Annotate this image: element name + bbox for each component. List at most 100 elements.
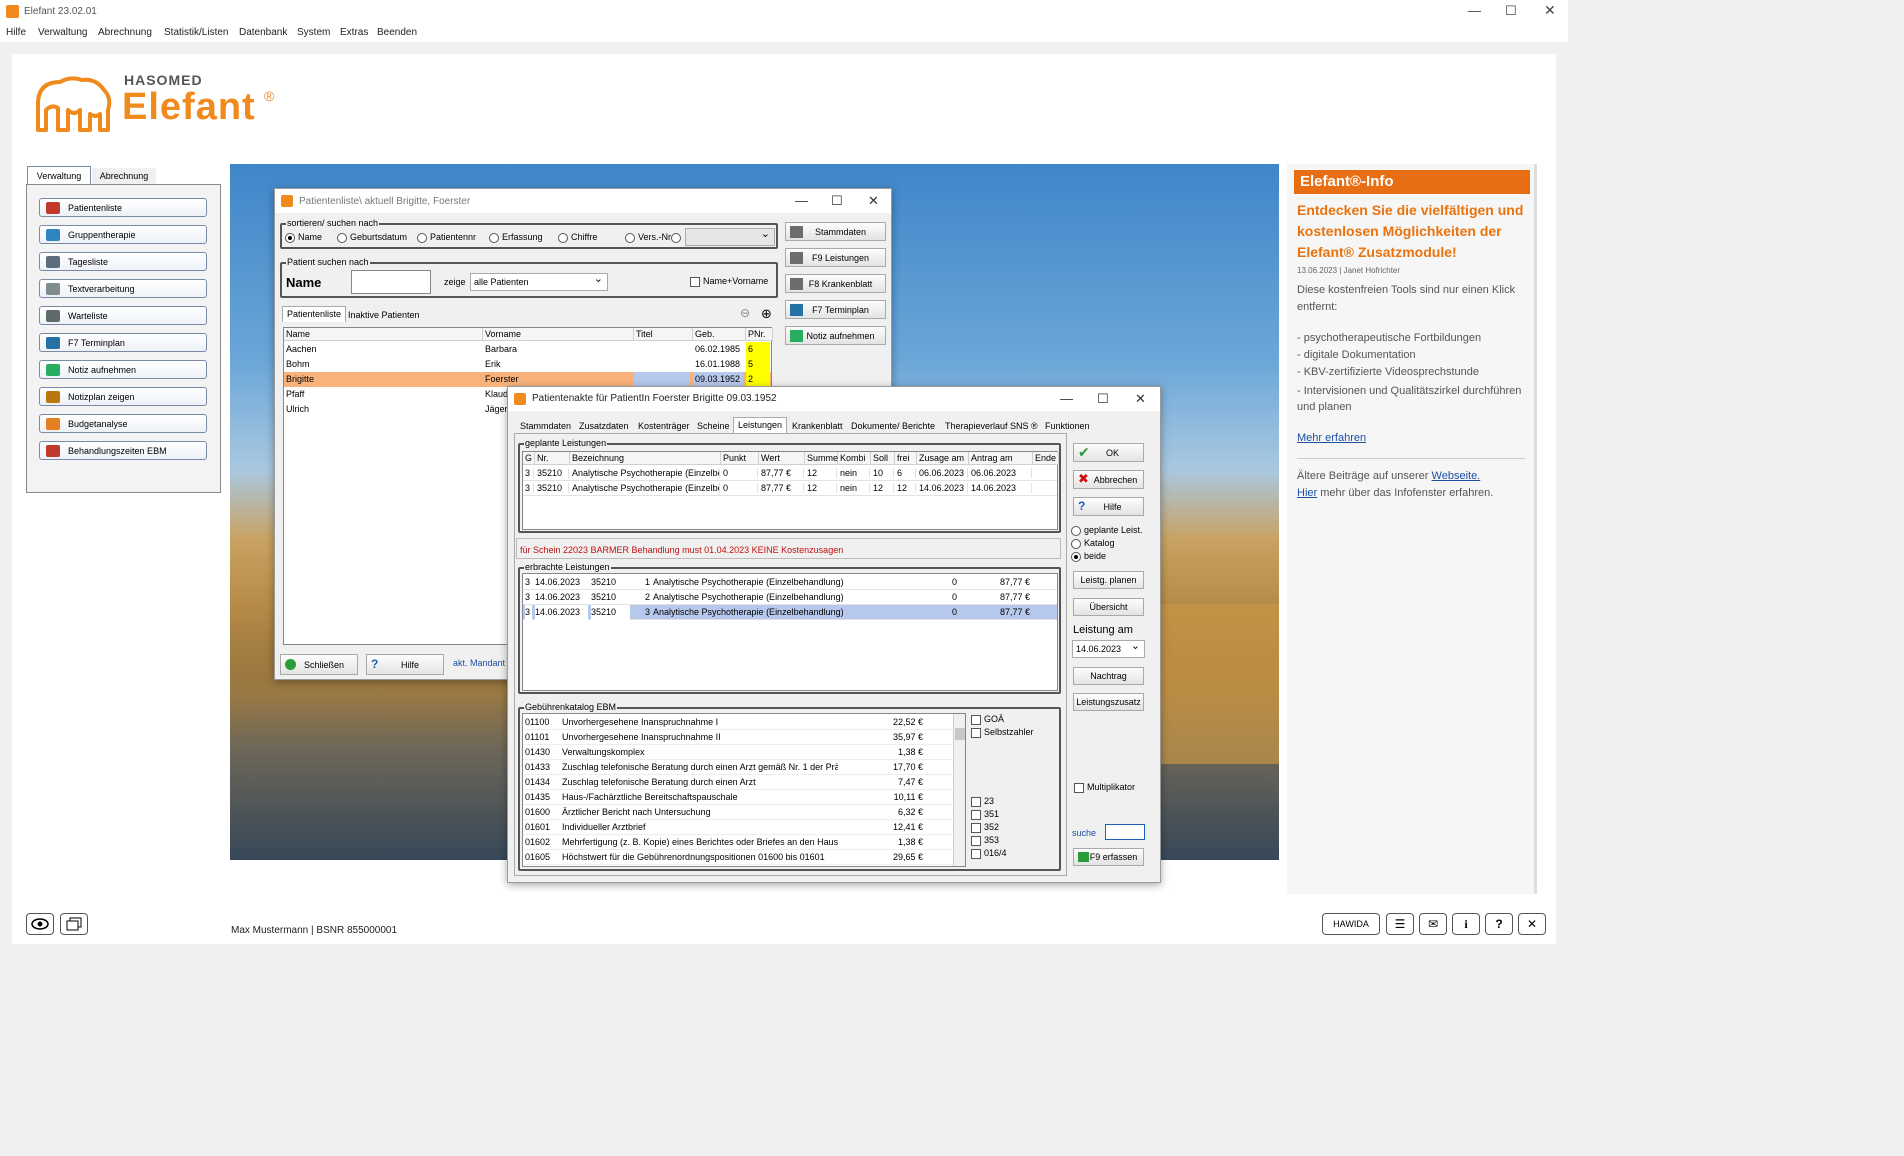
menu-beenden[interactable]: Beenden [377,27,417,38]
tab-2[interactable]: Kostenträger [634,419,694,435]
table-row[interactable]: 3 14.06.2023 35210 3 Analytische Psychothera… [523,605,1057,620]
sort-option-5[interactable]: Vers.-Nr [625,232,671,243]
tab-inaktive[interactable]: Inaktive Patienten [344,308,424,324]
column-header[interactable]: Bezeichnung [570,452,721,465]
tab-7[interactable]: Therapieverlauf SNS ® [941,419,1042,435]
nav-item-0[interactable]: Patientenliste [39,198,207,217]
menu-system[interactable]: System [297,27,330,38]
menu-abrechnung[interactable]: Abrechnung [98,27,152,38]
patient-action-button-0[interactable]: Stammdaten [785,222,886,241]
column-header[interactable]: Wert [759,452,805,465]
goae-checkbox[interactable]: GOÄ [971,714,1004,725]
nav-item-7[interactable]: Notizplan zeigen [39,387,207,406]
patient-action-button-2[interactable]: F8 Krankenblatt [785,274,886,293]
table-row[interactable]: 01430 Verwaltungskomplex 1,38 € [523,745,965,760]
table-row[interactable]: 3 35210 Analytische Psychotherapie (Einzel… [523,466,1057,481]
nav-item-4[interactable]: Warteliste [39,306,207,325]
sort-extra-select[interactable] [685,226,775,246]
nav-item-9[interactable]: Behandlungszeiten EBM [39,441,207,460]
table-row[interactable]: 01605 Höchstwert für die Gebührenordnungs… [523,850,965,865]
f9-erfassen-button[interactable]: F9 erfassen [1073,848,1144,866]
mail-button[interactable]: ✉ [1419,913,1447,935]
windows-button[interactable] [60,913,88,935]
column-header[interactable]: Kombi [838,452,871,465]
patient-action-button-4[interactable]: Notiz aufnehmen [785,326,886,345]
date-select[interactable]: 14.06.2023 [1072,638,1145,658]
here-link[interactable]: Hier [1297,487,1317,499]
column-header[interactable]: Nr. [535,452,570,465]
tab-4[interactable]: Leistungen [733,417,788,433]
table-row[interactable]: 3 14.06.2023 35210 2 Analytische Psychothera… [523,590,1057,605]
nav-tab-verwaltung[interactable]: Verwaltung [27,166,91,185]
code-checkbox-2[interactable]: 352 [971,822,999,833]
nav-item-6[interactable]: Notiz aufnehmen [39,360,207,379]
close-button[interactable]: Schließen [280,654,358,675]
table-row[interactable]: 01602 Mehrfertigung (z. B. Kopie) eines B… [523,835,965,850]
catalog-scrollbar[interactable] [953,714,965,866]
code-checkbox-1[interactable]: 351 [971,809,999,820]
tab-6[interactable]: Dokumente/ Berichte [847,419,939,435]
nav-item-3[interactable]: Textverarbeitung [39,279,207,298]
column-header[interactable]: Name [284,328,483,341]
name-vorname-checkbox[interactable]: Name+Vorname [690,276,768,287]
more-link[interactable]: Mehr erfahren [1297,432,1366,444]
help-button[interactable]: ? Hilfe [1073,497,1144,516]
column-header[interactable]: Soll [871,452,895,465]
table-row[interactable]: 01433 Zuschlag telefonische Beratung durc… [523,760,965,775]
tab-1[interactable]: Zusatzdaten [575,419,633,435]
selbstzahler-checkbox[interactable]: Selbstzahler [971,727,1034,738]
catalog-search-input[interactable] [1105,824,1145,840]
minimize-icon[interactable]: — [1468,3,1481,18]
tab-5[interactable]: Krankenblatt [788,419,847,435]
tab-8[interactable]: Funktionen [1041,419,1094,435]
minimize-icon[interactable]: — [795,193,808,208]
code-checkbox-0[interactable]: 23 [971,796,994,807]
tab-0[interactable]: Stammdaten [516,419,575,435]
close-icon[interactable]: ✕ [1135,391,1146,407]
nachtrag-button[interactable]: Nachtrag [1073,667,1144,685]
overview-button[interactable]: Übersicht [1073,598,1144,616]
column-header[interactable]: Titel [634,328,693,341]
column-header[interactable]: Antrag am [969,452,1033,465]
table-row[interactable]: 3 14.06.2023 35210 1 Analytische Psychothera… [523,575,1057,590]
menu-statistik[interactable]: Statistik/Listen [164,27,228,38]
table-row[interactable]: Aachen Barbara 06.02.1985 6 [284,342,771,357]
sort-option-1[interactable]: Geburtsdatum [337,232,407,243]
close-icon[interactable]: ✕ [868,193,879,209]
nav-item-5[interactable]: F7 Terminplan [39,333,207,352]
plan-button[interactable]: Leistg. planen [1073,571,1144,589]
notes-button[interactable]: ☰ [1386,913,1414,935]
radio-geplante[interactable]: geplante Leist. [1071,525,1143,536]
column-header[interactable]: Ende [1033,452,1059,465]
patient-search-input[interactable] [351,270,431,294]
table-row[interactable]: 01100 Unvorhergesehene Inanspruchnahme I 2… [523,715,965,730]
exit-button[interactable]: ✕ [1518,913,1546,935]
multiplikator-checkbox[interactable]: Multiplikator [1074,782,1135,793]
zoom-out-icon[interactable]: ⊖ [740,306,756,322]
zusatz-button[interactable]: Leistungszusatz [1073,693,1144,711]
menu-datenbank[interactable]: Datenbank [239,27,287,38]
tab-3[interactable]: Scheine [693,419,734,435]
minimize-icon[interactable]: — [1060,391,1073,406]
table-row[interactable]: 01434 Zuschlag telefonische Beratung durc… [523,775,965,790]
column-header[interactable]: Punkt [721,452,759,465]
code-checkbox-4[interactable]: 016/4 [971,848,1007,859]
patient-action-button-1[interactable]: F9 Leistungen [785,248,886,267]
info-button[interactable]: i [1452,913,1480,935]
menu-verwaltung[interactable]: Verwaltung [38,27,87,38]
column-header[interactable]: PNr. [746,328,773,341]
sort-option-4[interactable]: Chiffre [558,232,597,243]
sort-option-3[interactable]: Erfassung [489,232,543,243]
table-row[interactable]: Brigitte Foerster 09.03.1952 2 [284,372,771,387]
column-header[interactable]: Vorname [483,328,634,341]
nav-tab-abrechnung[interactable]: Abrechnung [92,168,156,185]
table-row[interactable]: 01101 Unvorhergesehene Inanspruchnahme II… [523,730,965,745]
radio-beide[interactable]: beide [1071,551,1106,562]
cancel-button[interactable]: ✖ Abbrechen [1073,470,1144,489]
sort-option-2[interactable]: Patientennr [417,232,476,243]
maximize-icon[interactable]: ☐ [831,193,843,209]
table-row[interactable]: 01435 Haus-/Fachärztliche Bereitschaftspa… [523,790,965,805]
nav-item-8[interactable]: Budgetanalyse [39,414,207,433]
tab-patientenliste[interactable]: Patientenliste [282,306,347,322]
column-header[interactable]: frei [895,452,917,465]
